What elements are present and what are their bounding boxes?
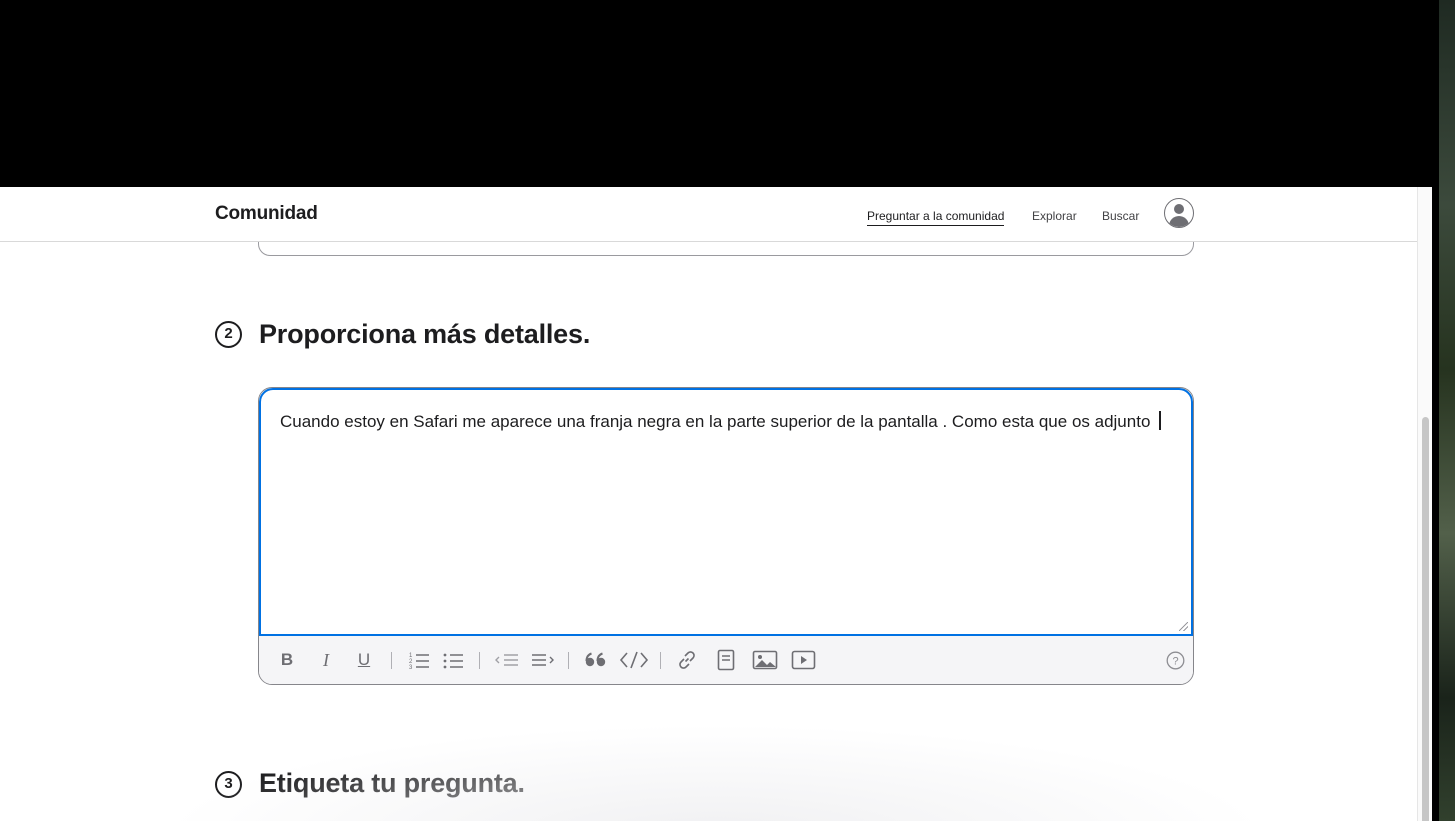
nav-search[interactable]: Buscar — [1102, 209, 1139, 223]
image-icon[interactable] — [752, 648, 778, 672]
svg-text:?: ? — [1172, 655, 1178, 667]
underline-icon[interactable]: U — [356, 648, 372, 672]
indent-icon[interactable] — [530, 648, 556, 672]
help-icon[interactable]: ? — [1166, 648, 1185, 672]
editor-toolbar: B I U 123 ? — [259, 636, 1193, 684]
brand-title[interactable]: Comunidad — [215, 203, 318, 225]
toolbar-divider — [479, 652, 480, 669]
nav-ask-community[interactable]: Preguntar a la comunidad — [867, 209, 1005, 226]
bold-icon[interactable]: B — [279, 648, 295, 672]
desktop-background — [1439, 0, 1455, 821]
bullet-list-icon[interactable] — [442, 648, 464, 672]
step-number-2: 2 — [215, 321, 242, 348]
user-circle-icon[interactable] — [1164, 198, 1194, 228]
navbar: Comunidad Preguntar a la comunidad Explo… — [0, 187, 1417, 242]
numbered-list-icon[interactable]: 123 — [408, 648, 430, 672]
toolbar-divider — [391, 652, 392, 669]
details-textarea[interactable]: Cuando estoy en Safari me aparece una fr… — [259, 388, 1193, 636]
italic-icon[interactable]: I — [319, 648, 333, 672]
text-cursor — [1159, 411, 1162, 430]
code-icon[interactable] — [619, 648, 649, 672]
resize-handle-icon[interactable] — [1179, 622, 1188, 631]
scrollbar[interactable] — [1417, 187, 1432, 821]
page: Comunidad Preguntar a la comunidad Explo… — [0, 187, 1432, 821]
details-text: Cuando estoy en Safari me aparece una fr… — [280, 412, 1156, 431]
nav-explore[interactable]: Explorar — [1032, 209, 1077, 223]
step-title-tags: Etiqueta tu pregunta. — [259, 768, 525, 798]
scrollbar-thumb[interactable] — [1422, 417, 1429, 821]
video-icon[interactable] — [791, 648, 816, 672]
link-icon[interactable] — [676, 648, 698, 672]
step-title-details: Proporciona más detalles. — [259, 319, 591, 349]
step-number-3: 3 — [215, 771, 242, 798]
details-editor: Cuando estoy en Safari me aparece una fr… — [258, 387, 1194, 685]
toolbar-divider — [660, 652, 661, 669]
outdent-icon[interactable] — [494, 648, 520, 672]
document-icon[interactable] — [717, 648, 735, 672]
svg-text:3: 3 — [409, 665, 413, 670]
black-banner — [0, 0, 1440, 187]
toolbar-divider — [568, 652, 569, 669]
quote-icon[interactable] — [584, 648, 608, 672]
